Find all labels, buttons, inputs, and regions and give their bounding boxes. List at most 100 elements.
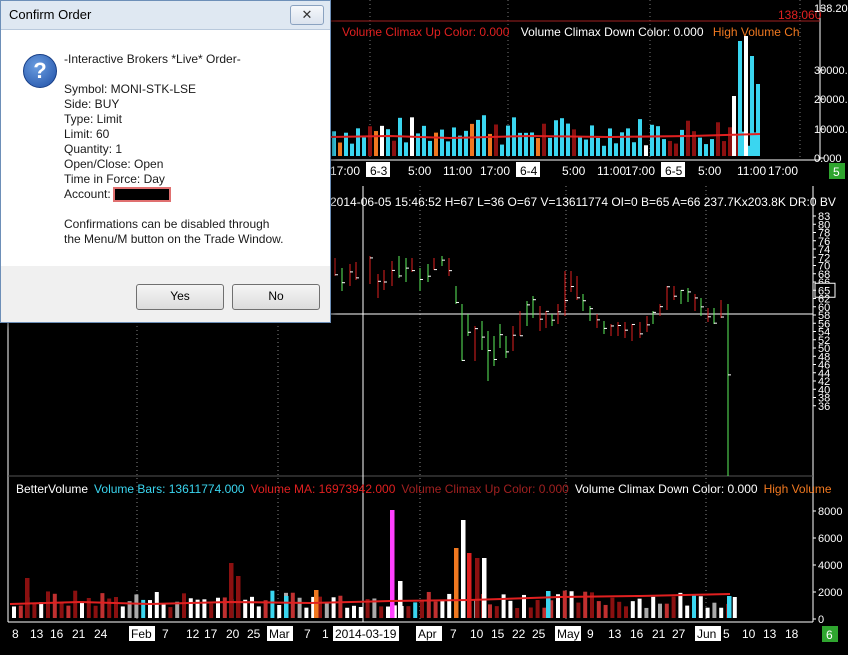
- volume-bar: [188, 598, 193, 618]
- volume-bar: [114, 597, 118, 618]
- volume-bar: [535, 600, 540, 618]
- volume-bar: [508, 600, 513, 618]
- dialog-note-line1: Confirmations can be disabled through: [64, 217, 270, 232]
- volume-bar: [494, 606, 499, 618]
- volume-bar-highlight: [482, 558, 487, 618]
- volume-bar: [583, 591, 588, 618]
- date-label: 7: [162, 627, 169, 641]
- main-corner-badge-label: 6: [826, 628, 833, 642]
- volume-bar: [698, 596, 703, 618]
- top-volume-bar: [482, 115, 486, 156]
- top-volume-bar: [338, 142, 342, 156]
- date-label: 27: [672, 627, 686, 641]
- price-status-line: 2014-06-05 15:46:52 H=67 L=36 O=67 V=136…: [330, 195, 836, 209]
- volume-bar: [216, 597, 220, 618]
- volume-bar: [52, 593, 57, 618]
- top-volume-spike: [756, 84, 760, 156]
- top-chart-header: Volume Climax Up Color: 0.000 Volume Cli…: [342, 25, 800, 39]
- top-volume-bar: [500, 144, 504, 156]
- top-volume-spike: [738, 41, 742, 156]
- top-volume-bar: [704, 144, 708, 156]
- top-volume-bar: [698, 137, 702, 156]
- top-volume-bar: [686, 120, 690, 156]
- top-y-label: 20000.000: [814, 94, 848, 106]
- volume-bar: [671, 596, 676, 618]
- volume-bar: [379, 606, 384, 618]
- top-volume-bar: [572, 129, 576, 156]
- top-volume-bar: [590, 125, 594, 156]
- volume-bar: [610, 597, 615, 618]
- top-x-label: 17:00: [330, 164, 360, 178]
- dialog-title-bar[interactable]: Confirm Order ✕: [1, 1, 330, 30]
- date-label: 7: [450, 627, 457, 641]
- volume-bar: [576, 602, 581, 618]
- volume-bar-highlight: [398, 581, 403, 618]
- top-volume-bar: [404, 142, 408, 156]
- order-heading: -Interactive Brokers *Live* Order-: [64, 52, 241, 66]
- volume-bar: [406, 606, 411, 618]
- volume-bar: [154, 592, 159, 618]
- top-volume-bar: [728, 127, 732, 156]
- top-volume-bar: [548, 137, 552, 156]
- volume-bar-highlight: [314, 590, 319, 618]
- volume-header-item: Volume Climax Down Color: 0.000: [575, 482, 758, 496]
- top-volume-bar: [440, 129, 444, 156]
- volume-bar: [270, 590, 275, 618]
- volume-bar: [338, 595, 343, 618]
- top-volume-bar: [356, 128, 360, 156]
- top-volume-bar: [656, 126, 660, 156]
- volume-bar: [73, 590, 78, 618]
- volume-bar: [617, 601, 622, 618]
- dialog-body: ? -Interactive Brokers *Live* Order- Sym…: [1, 30, 330, 266]
- volume-bar-highlight: [461, 520, 466, 618]
- top-volume-bar: [380, 125, 384, 156]
- volume-bar: [18, 605, 23, 618]
- volume-y-label: 4000: [818, 560, 842, 572]
- top-volume-bar: [332, 131, 336, 156]
- order-side: Side: BUY: [64, 97, 120, 111]
- volume-bar: [685, 605, 690, 618]
- volume-bar: [345, 607, 350, 618]
- top-volume-bar: [716, 122, 720, 156]
- volume-bar: [107, 598, 112, 618]
- top-volume-bar: [662, 139, 666, 156]
- date-label: 16: [50, 627, 64, 641]
- volume-bar-highlight: [546, 591, 551, 618]
- volume-bar: [651, 596, 656, 618]
- intraday-volume-chart[interactable]: 138.060138.20030000.00020000.00010000.00…: [329, 0, 848, 183]
- volume-bar: [352, 605, 356, 618]
- top-header-down: Volume Climax Down Color: 0.000: [520, 25, 704, 39]
- volume-bar: [732, 597, 737, 618]
- volume-bar: [413, 602, 418, 618]
- volume-bar: [658, 603, 662, 618]
- volume-bar-highlight: [236, 576, 241, 618]
- volume-bar: [630, 601, 635, 618]
- volume-bar-highlight: [25, 578, 30, 618]
- top-volume-bar: [644, 145, 648, 156]
- top-x-label: 5:00: [562, 164, 586, 178]
- volume-bar: [542, 607, 547, 618]
- volume-bar: [719, 607, 724, 618]
- volume-bar: [569, 591, 574, 618]
- date-label: 24: [94, 627, 108, 641]
- top-volume-bar: [452, 127, 456, 156]
- volume-bar: [46, 591, 50, 618]
- yes-button[interactable]: Yes: [136, 284, 224, 310]
- volume-bar: [39, 602, 44, 618]
- date-label: 15: [491, 627, 505, 641]
- top-y-label: 30000.000: [814, 65, 848, 77]
- volume-bar: [624, 606, 628, 618]
- volume-bar: [93, 605, 98, 618]
- dialog-note-line2: the Menu/M button on the Trade Window.: [64, 232, 284, 247]
- top-volume-bar: [464, 130, 468, 156]
- top-volume-bar: [470, 123, 474, 156]
- top-y-label: 138.200: [814, 3, 848, 15]
- volume-bar: [420, 599, 424, 618]
- question-icon: ?: [23, 54, 57, 88]
- volume-bar: [209, 603, 214, 618]
- top-volume-bar: [614, 143, 618, 156]
- top-volume-bar: [710, 139, 714, 156]
- date-label: 7: [304, 627, 311, 641]
- close-button[interactable]: ✕: [290, 5, 324, 25]
- no-button[interactable]: No: [232, 284, 320, 310]
